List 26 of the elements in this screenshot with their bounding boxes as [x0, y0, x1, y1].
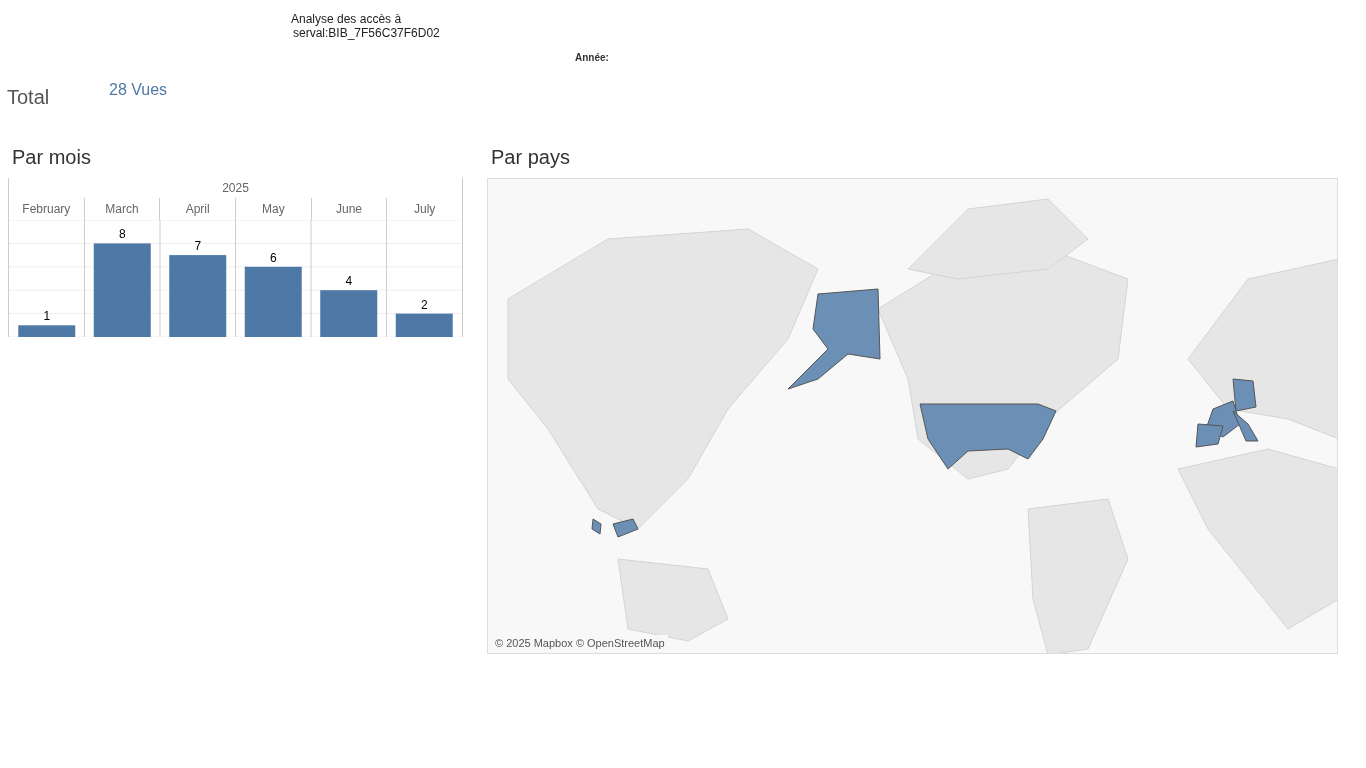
axis-label: March	[105, 201, 139, 218]
axis-label: April	[185, 201, 210, 218]
section-title: Par pays	[490, 145, 571, 170]
data-label: 1	[43, 309, 51, 324]
data-label: 2	[420, 297, 428, 312]
total-label: Total	[7, 85, 51, 110]
bar	[18, 325, 76, 337]
map-panel[interactable]: © 2025 Mapbox © OpenStreetMap	[487, 178, 1338, 654]
axis-label: June	[336, 201, 363, 218]
axis-label: July	[414, 201, 436, 218]
report-title: serval:BIB_7F56C37F6D02	[292, 26, 440, 40]
year-header: 2025	[221, 180, 250, 197]
year-filter-label: Année:	[575, 52, 609, 63]
total-value: 28 Vues	[109, 80, 168, 100]
data-label: 7	[194, 239, 202, 254]
map-attribution: © 2025 Mapbox © OpenStreetMap	[492, 634, 668, 651]
data-label: 6	[269, 250, 277, 265]
bar	[320, 290, 378, 337]
bar	[395, 313, 453, 337]
section-title: Par mois	[11, 145, 92, 170]
bar	[244, 266, 302, 337]
axis-label: February	[22, 201, 71, 218]
data-label: 4	[345, 274, 353, 289]
axis-label: May	[262, 201, 285, 218]
report-title: Analyse des accès à	[291, 12, 402, 26]
data-label: 8	[118, 227, 126, 242]
